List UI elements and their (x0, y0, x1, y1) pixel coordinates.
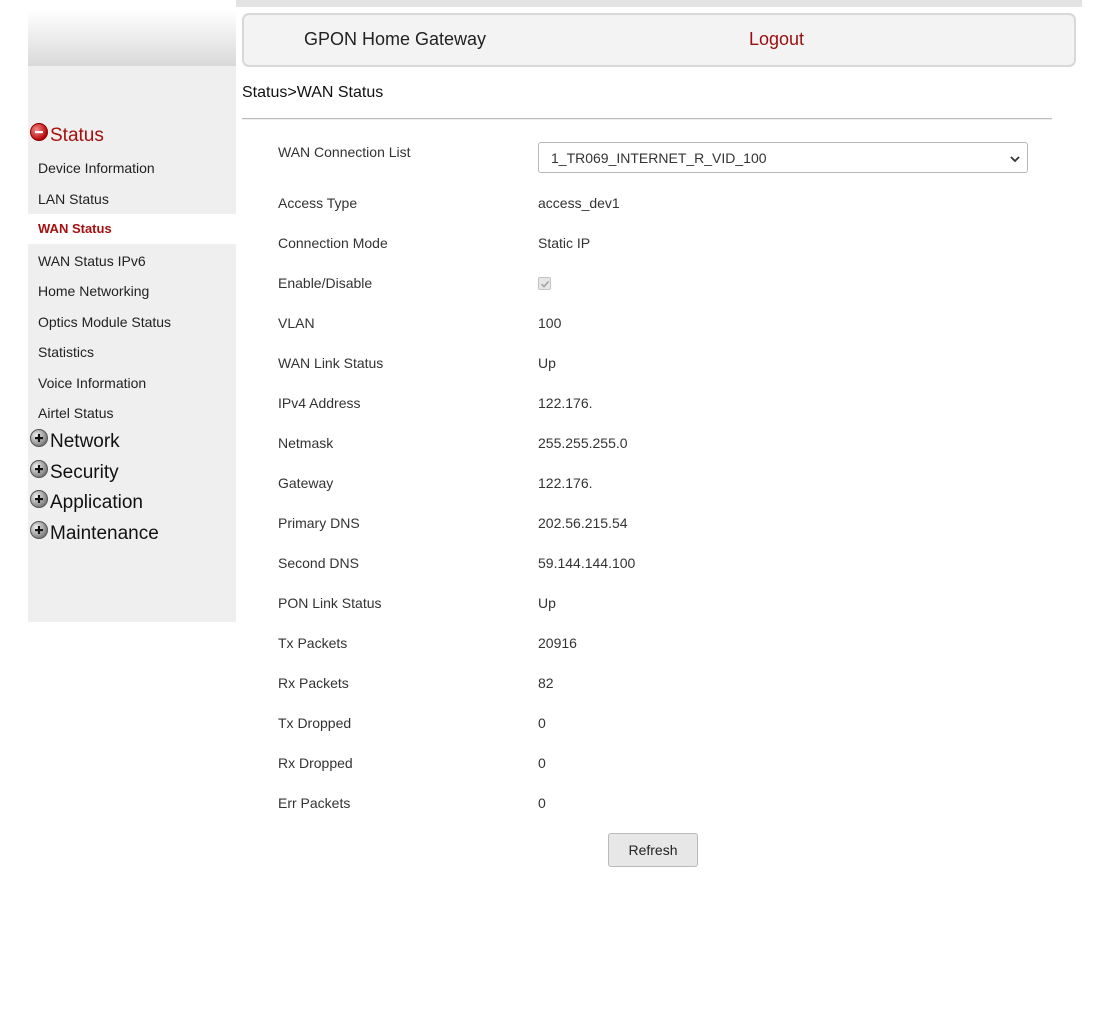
sidebar-category-application[interactable]: Application (28, 490, 143, 516)
rx-packets-row: Rx Packets 82 (278, 675, 1038, 695)
logo-area (28, 10, 236, 66)
sidebar-item-home-networking[interactable]: Home Networking (28, 276, 236, 306)
top-rule (236, 0, 1082, 7)
tx-packets-label: Tx Packets (278, 635, 348, 651)
gateway-row: Gateway 122.176. (278, 475, 1038, 495)
primary-dns-row: Primary DNS 202.56.215.54 (278, 515, 1038, 535)
logout-link[interactable]: Logout (749, 29, 804, 50)
enable-checkbox[interactable] (538, 277, 551, 290)
wan-connection-select[interactable]: 1_TR069_INTERNET_R_VID_100 (538, 142, 1028, 173)
tx-packets-value: 20916 (538, 635, 577, 651)
plus-circle-icon (30, 521, 48, 539)
second-dns-row: Second DNS 59.144.144.100 (278, 555, 1038, 575)
pon-link-status-row: PON Link Status Up (278, 595, 1038, 615)
second-dns-label: Second DNS (278, 555, 359, 571)
ipv4-address-row: IPv4 Address 122.176. (278, 395, 1038, 415)
plus-circle-icon (30, 460, 48, 478)
sidebar-item-statistics[interactable]: Statistics (28, 337, 236, 367)
pon-link-status-value: Up (538, 595, 556, 611)
sidebar-item-voice-information[interactable]: Voice Information (28, 368, 236, 398)
wan-connection-label: WAN Connection List (278, 144, 411, 160)
vlan-label: VLAN (278, 315, 315, 331)
sidebar-category-label: Maintenance (50, 523, 159, 544)
sidebar-category-security[interactable]: Security (28, 460, 119, 486)
chevron-down-icon (1009, 152, 1021, 168)
primary-dns-label: Primary DNS (278, 515, 360, 531)
access-type-value: access_dev1 (538, 195, 620, 211)
sidebar-item-wan-status[interactable]: WAN Status (28, 214, 236, 244)
check-icon (540, 280, 549, 288)
minus-circle-icon (30, 123, 48, 141)
connection-mode-label: Connection Mode (278, 235, 388, 251)
enable-disable-row: Enable/Disable (278, 275, 1038, 295)
tx-dropped-label: Tx Dropped (278, 715, 352, 731)
header-title: GPON Home Gateway (304, 29, 487, 49)
sidebar-item-device-information[interactable]: Device Information (28, 153, 236, 183)
rx-packets-value: 82 (538, 675, 554, 691)
plus-circle-icon (30, 429, 48, 447)
err-packets-value: 0 (538, 795, 546, 811)
rx-packets-label: Rx Packets (278, 675, 349, 691)
enable-disable-label: Enable/Disable (278, 275, 373, 291)
err-packets-label: Err Packets (278, 795, 351, 811)
divider (242, 118, 1052, 120)
vlan-row: VLAN 100 (278, 315, 1038, 335)
ipv4-address-label: IPv4 Address (278, 395, 361, 411)
sidebar-category-label: Status (50, 125, 104, 146)
header-bar: GPON Home Gateway Logout (242, 13, 1076, 67)
second-dns-value: 59.144.144.100 (538, 555, 636, 571)
sidebar-item-airtel-status[interactable]: Airtel Status (28, 398, 236, 428)
rx-dropped-row: Rx Dropped 0 (278, 755, 1038, 775)
wan-link-status-value: Up (538, 355, 556, 371)
primary-dns-value: 202.56.215.54 (538, 515, 628, 531)
sidebar: Status Device Information LAN Status WAN… (28, 66, 236, 622)
vlan-value: 100 (538, 315, 562, 331)
netmask-value: 255.255.255.0 (538, 435, 628, 451)
rx-dropped-value: 0 (538, 755, 546, 771)
sidebar-category-status[interactable]: Status (28, 123, 104, 149)
ipv4-address-value: 122.176. (538, 395, 593, 411)
wan-link-status-label: WAN Link Status (278, 355, 384, 371)
tx-dropped-value: 0 (538, 715, 546, 731)
plus-circle-icon (30, 490, 48, 508)
rx-dropped-label: Rx Dropped (278, 755, 353, 771)
gateway-value: 122.176. (538, 475, 593, 491)
connection-mode-row: Connection Mode Static IP (278, 235, 1038, 255)
refresh-button[interactable]: Refresh (608, 833, 698, 867)
gateway-label: Gateway (278, 475, 334, 491)
err-packets-row: Err Packets 0 (278, 795, 1038, 815)
sidebar-category-maintenance[interactable]: Maintenance (28, 521, 159, 547)
tx-dropped-row: Tx Dropped 0 (278, 715, 1038, 735)
tx-packets-row: Tx Packets 20916 (278, 635, 1038, 655)
breadcrumb: Status>WAN Status (242, 84, 384, 101)
access-type-label: Access Type (278, 195, 358, 211)
sidebar-category-network[interactable]: Network (28, 429, 120, 455)
sidebar-category-label: Network (50, 431, 120, 452)
wan-link-status-row: WAN Link Status Up (278, 355, 1038, 375)
pon-link-status-label: PON Link Status (278, 595, 382, 611)
sidebar-category-label: Application (50, 492, 143, 513)
netmask-label: Netmask (278, 435, 334, 451)
sidebar-item-optics-module-status[interactable]: Optics Module Status (28, 307, 236, 337)
connection-mode-value: Static IP (538, 235, 591, 251)
netmask-row: Netmask 255.255.255.0 (278, 435, 1038, 455)
sidebar-item-lan-status[interactable]: LAN Status (28, 184, 236, 214)
access-type-row: Access Type access_dev1 (278, 195, 1038, 215)
sidebar-item-wan-status-ipv6[interactable]: WAN Status IPv6 (28, 246, 236, 276)
wan-connection-selected: 1_TR069_INTERNET_R_VID_100 (551, 150, 767, 166)
sidebar-category-label: Security (50, 462, 119, 483)
